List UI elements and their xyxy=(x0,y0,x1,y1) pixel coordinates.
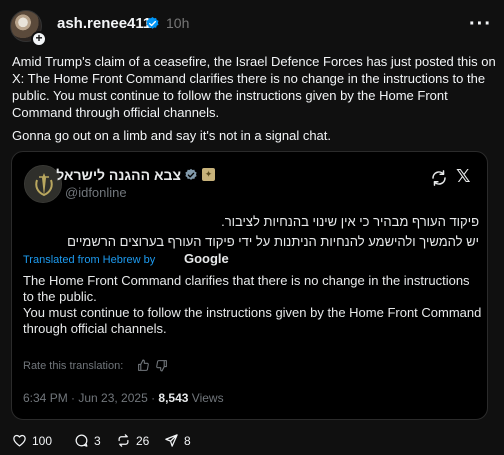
rate-translation-label: Rate this translation: xyxy=(23,360,124,372)
comment-icon xyxy=(75,434,88,447)
author-avatar[interactable]: + xyxy=(10,10,47,47)
views-count: 8,543 xyxy=(158,391,189,405)
thumbs-down-icon[interactable] xyxy=(155,359,168,372)
affiliation-flag-icon: ✦ xyxy=(202,168,215,181)
reply-count: 3 xyxy=(94,434,101,448)
x-logo-icon[interactable]: 𝕏 xyxy=(456,166,471,187)
translation-text: The Home Front Command clarifies that th… xyxy=(23,273,483,337)
views-label: Views xyxy=(188,391,224,405)
translation-line-1: The Home Front Command clarifies that th… xyxy=(23,273,470,304)
share-count: 8 xyxy=(184,434,191,448)
embed-handle[interactable]: @idfonline xyxy=(65,185,127,200)
embed-timestamp[interactable]: 6:34 PM · Jun 23, 2025 · xyxy=(23,391,158,405)
government-badge-icon xyxy=(185,168,197,180)
follow-plus-icon[interactable]: + xyxy=(31,31,47,47)
like-count: 100 xyxy=(32,434,53,448)
post-body-second: Gonna go out on a limb and say it's not … xyxy=(12,128,332,143)
more-icon[interactable]: ··· xyxy=(469,13,492,36)
post-body: Amid Trump's claim of a ceasefire, the I… xyxy=(12,54,496,120)
refresh-icon[interactable] xyxy=(430,169,448,187)
repost-icon xyxy=(118,434,129,447)
post-time[interactable]: 10h xyxy=(166,15,189,31)
send-icon xyxy=(165,434,178,447)
thumbs-up-icon[interactable] xyxy=(137,359,150,372)
heart-icon xyxy=(13,434,26,447)
repost-count: 26 xyxy=(136,434,150,448)
translated-from-label[interactable]: Translated from Hebrew by xyxy=(23,254,155,266)
verified-badge-icon xyxy=(146,16,159,29)
translation-line-2: You must continue to follow the instruct… xyxy=(23,305,482,336)
original-text-line-2: יש להמשיך ולהישמע להנחיות הניתנות על ידי… xyxy=(67,234,479,249)
embedded-x-post[interactable]: צבא ההגנה לישראל ✦ @idfonline 𝕏 פיקוד הע… xyxy=(11,151,488,420)
embed-meta: 6:34 PM · Jun 23, 2025 · 8,543 Views xyxy=(23,391,224,405)
google-logo: Google xyxy=(184,251,229,266)
embed-display-name[interactable]: צבא ההגנה לישראל xyxy=(56,167,181,183)
original-text-line-1: פיקוד העורף מבהיר כי אין שינוי בהנחיות ל… xyxy=(221,214,479,229)
threads-post: + ash.renee411 10h ··· Amid Trump's clai… xyxy=(0,0,504,455)
author-username[interactable]: ash.renee411 xyxy=(57,15,151,32)
